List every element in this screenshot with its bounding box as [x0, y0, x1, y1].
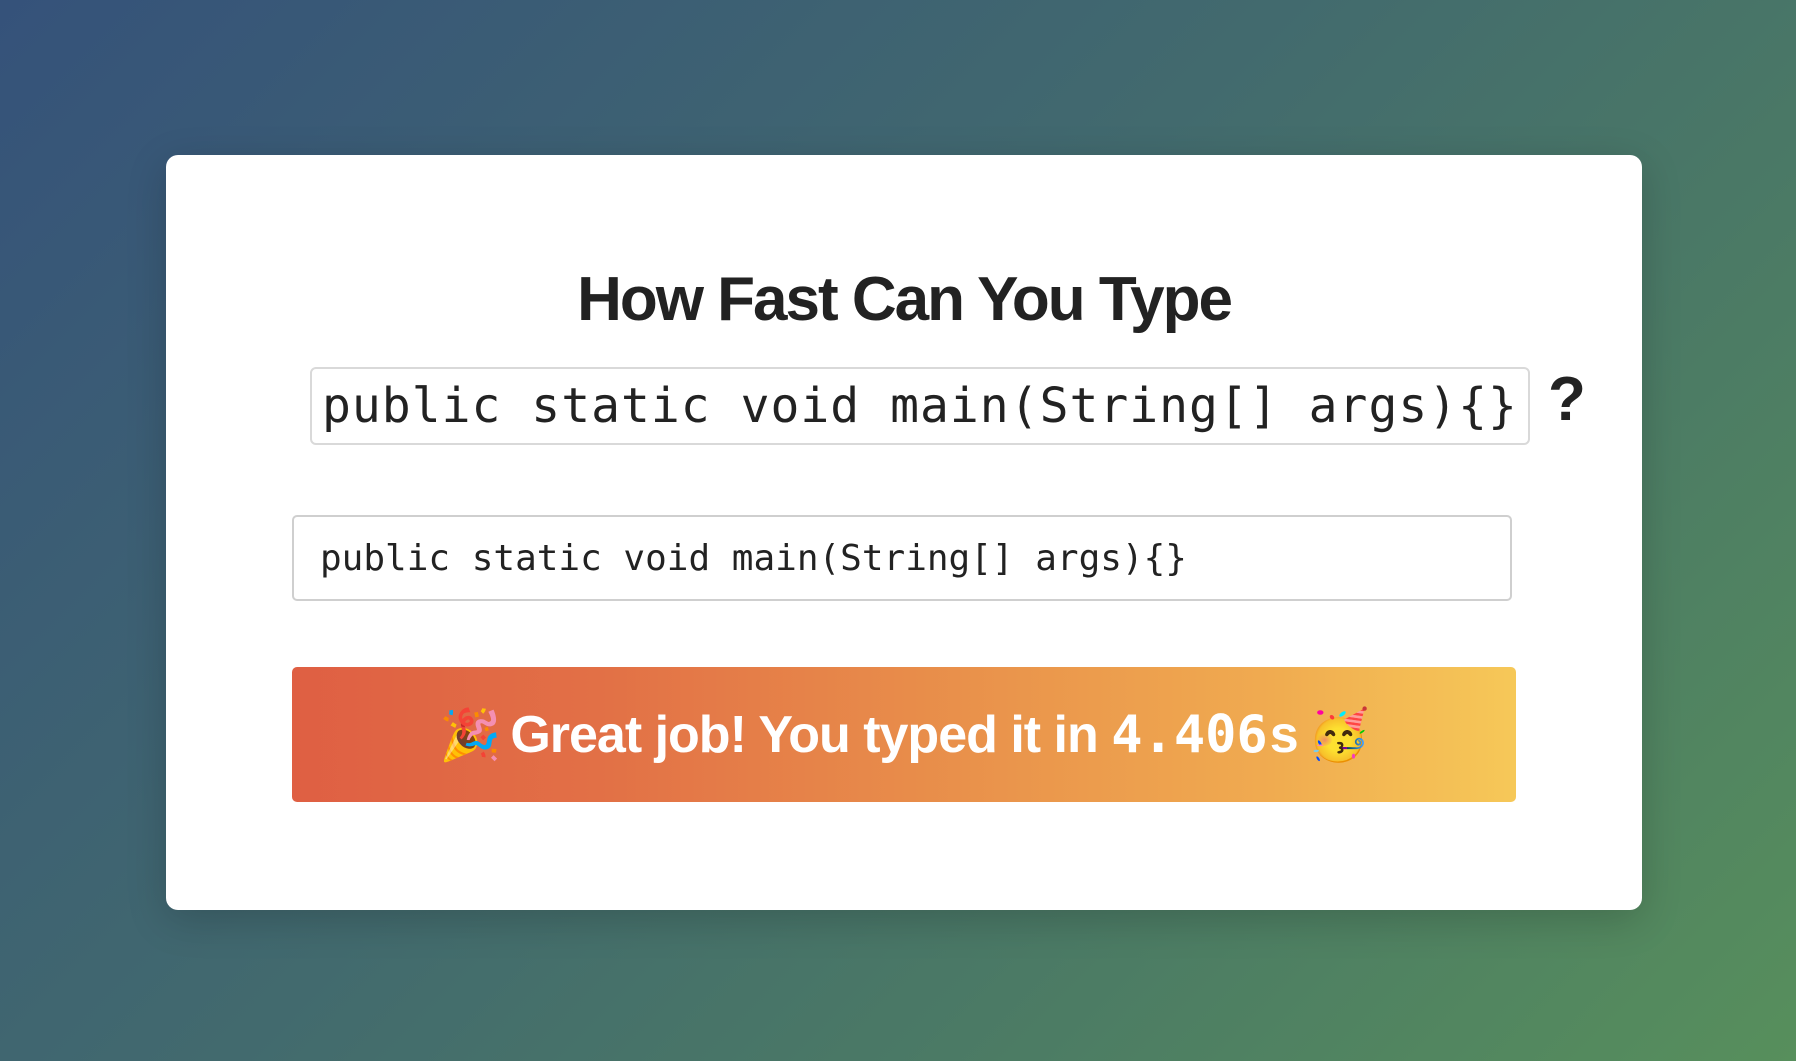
- page-title: How Fast Can You Type: [577, 265, 1233, 334]
- result-message: Great job! You typed it in: [510, 705, 1098, 764]
- result-time-unit: s: [1269, 705, 1299, 764]
- target-code-text: public static void main(String[] args){}: [310, 367, 1530, 445]
- challenge-row: public static void main(String[] args){}…: [310, 364, 1586, 445]
- partying-face-icon: 🥳: [1307, 706, 1370, 763]
- question-mark: ?: [1547, 364, 1586, 434]
- typing-input[interactable]: [292, 515, 1512, 601]
- typing-card: How Fast Can You Type public static void…: [166, 155, 1642, 910]
- result-time: 4.406: [1111, 704, 1268, 765]
- result-banner: 🎉 Great job! You typed it in 4.406 s 🥳: [292, 667, 1516, 802]
- party-popper-icon: 🎉: [439, 706, 501, 763]
